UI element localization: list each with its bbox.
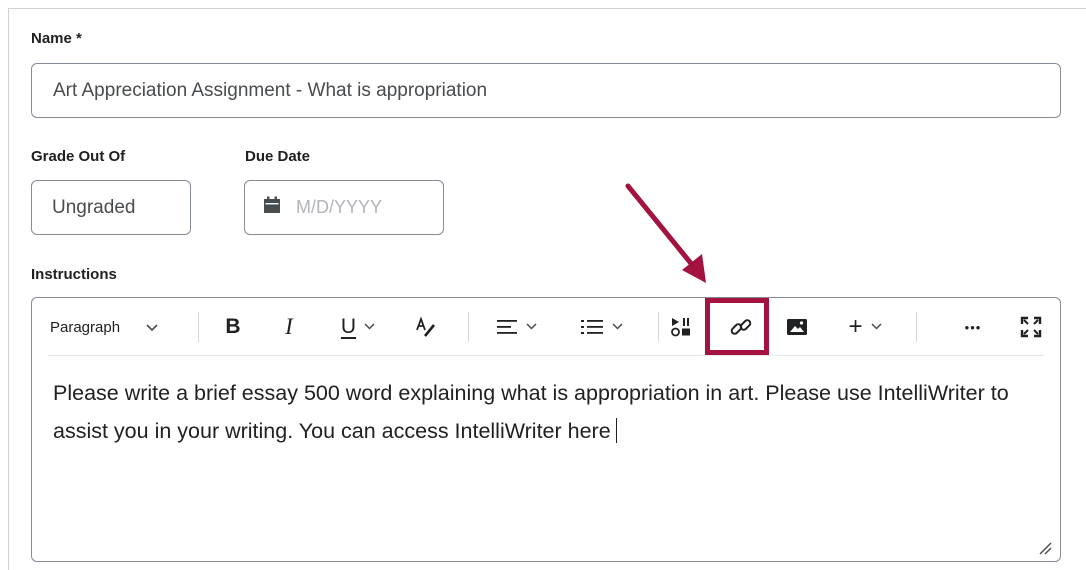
chevron-down-icon xyxy=(611,321,623,333)
toolbar-divider xyxy=(468,312,469,342)
italic-icon: I xyxy=(285,314,293,339)
name-value: Art Appreciation Assignment - What is ap… xyxy=(53,79,488,101)
paragraph-label: Paragraph xyxy=(50,318,121,336)
chevron-down-icon xyxy=(364,321,375,333)
grade-value: Ungraded xyxy=(52,196,136,218)
insert-icon: + xyxy=(848,313,863,340)
list-icon xyxy=(580,320,603,334)
insert-media-button[interactable] xyxy=(666,311,696,343)
chevron-down-icon xyxy=(525,321,537,333)
insert-image-button[interactable] xyxy=(782,311,812,343)
instructions-editor[interactable]: Paragraph B I U + ••• Please write a bri… xyxy=(31,297,1061,562)
more-actions-button[interactable]: ••• xyxy=(958,311,988,343)
media-icon xyxy=(671,318,690,337)
resize-handle-icon[interactable] xyxy=(1036,539,1052,555)
image-icon xyxy=(787,319,807,335)
calendar-icon xyxy=(262,195,282,221)
due-date-placeholder: M/D/YYYY xyxy=(296,197,383,217)
toolbar-divider xyxy=(916,312,917,342)
grade-input[interactable]: Ungraded xyxy=(31,180,191,235)
bold-icon: B xyxy=(225,315,241,338)
grade-label: Grade Out Of xyxy=(31,148,126,165)
name-label: Name * xyxy=(31,30,82,47)
paragraph-format-select[interactable]: Paragraph xyxy=(50,311,190,343)
name-input[interactable]: Art Appreciation Assignment - What is ap… xyxy=(31,63,1061,118)
insert-more-button[interactable]: + xyxy=(838,311,892,343)
format-icon xyxy=(416,316,436,337)
toolbar-divider xyxy=(658,312,659,342)
italic-button[interactable]: I xyxy=(274,311,304,343)
list-button[interactable] xyxy=(570,311,632,343)
pointer-arrow-icon xyxy=(625,183,706,283)
toolbar-divider xyxy=(198,312,199,342)
editor-toolbar: Paragraph B I U + ••• xyxy=(48,298,1044,356)
instructions-label: Instructions xyxy=(31,266,117,283)
align-button[interactable] xyxy=(488,311,544,343)
fullscreen-button[interactable] xyxy=(1016,311,1046,343)
chevron-down-icon xyxy=(870,321,882,333)
chevron-down-icon xyxy=(146,319,158,336)
editor-text: Please write a brief essay 500 word expl… xyxy=(53,381,1009,443)
due-date-input[interactable]: M/D/YYYY xyxy=(244,180,444,235)
underline-icon: U xyxy=(340,315,357,338)
fullscreen-icon xyxy=(1020,316,1042,338)
text-format-button[interactable] xyxy=(412,311,440,343)
more-icon: ••• xyxy=(964,319,982,335)
underline-button[interactable]: U xyxy=(328,311,388,343)
editor-content[interactable]: Please write a brief essay 500 word expl… xyxy=(53,374,1043,450)
due-date-label: Due Date xyxy=(245,148,311,165)
text-cursor xyxy=(615,418,618,443)
link-icon xyxy=(730,319,752,335)
bold-button[interactable]: B xyxy=(218,311,248,343)
insert-link-button[interactable] xyxy=(725,311,757,343)
align-icon xyxy=(496,320,517,334)
